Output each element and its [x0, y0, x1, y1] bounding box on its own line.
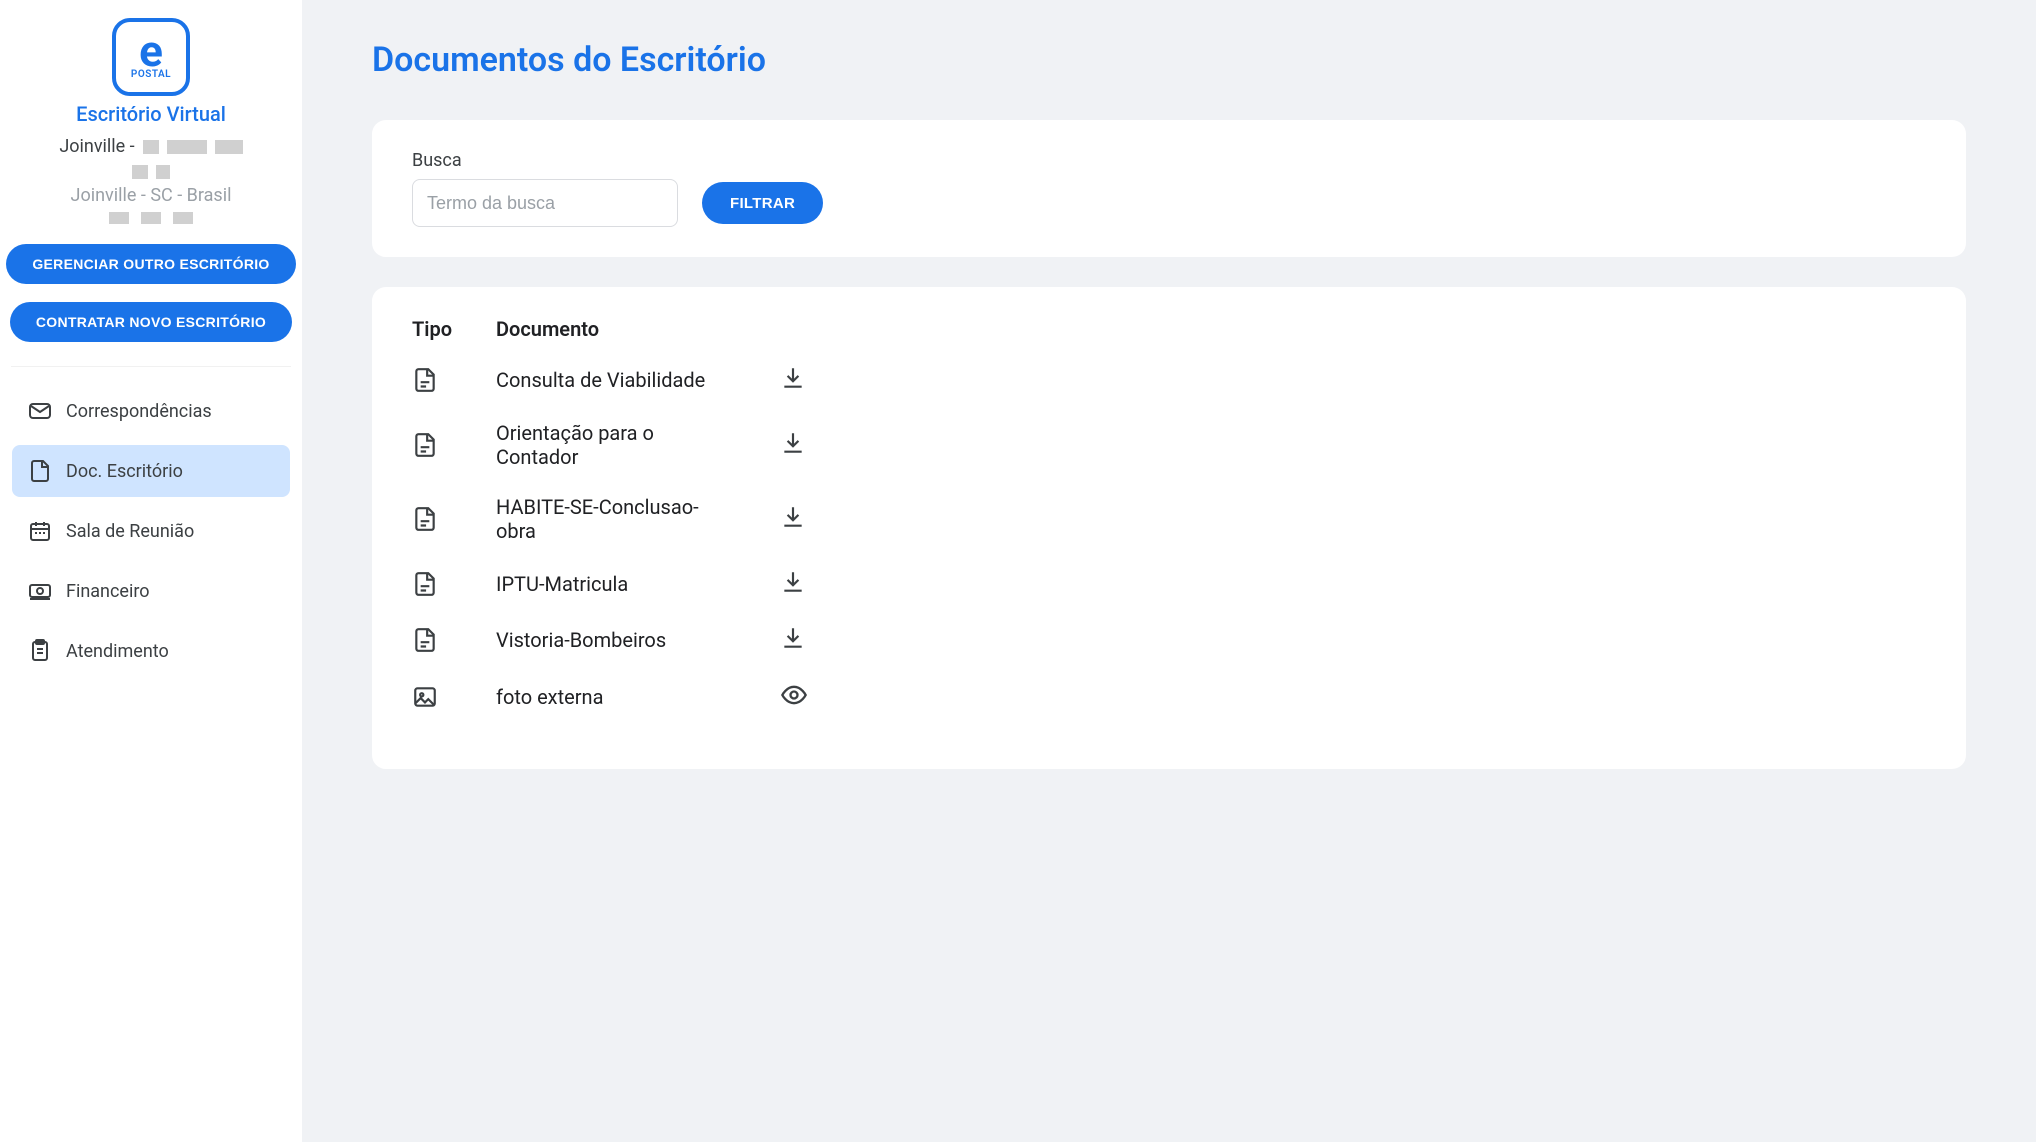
nav-label: Atendimento: [66, 641, 169, 662]
nav-label: Correspondências: [66, 401, 212, 422]
redacted-block: [167, 140, 207, 154]
sidebar: e POSTAL Escritório Virtual Joinville - …: [0, 0, 302, 1142]
manage-office-button[interactable]: GERENCIAR OUTRO ESCRITÓRIO: [6, 244, 295, 284]
mail-icon: [28, 399, 52, 423]
logo-subtext: POSTAL: [131, 69, 171, 80]
document-icon: [412, 571, 452, 597]
document-name: Consulta de Viabilidade: [496, 368, 736, 392]
app-title: Escritório Virtual: [76, 102, 226, 126]
download-icon[interactable]: [780, 504, 808, 534]
table-row: IPTU-Matricula: [412, 569, 1926, 599]
redacted-block: [141, 212, 161, 224]
search-label: Busca: [412, 150, 678, 171]
money-icon: [28, 579, 52, 603]
table-header: Tipo Documento: [412, 317, 1926, 341]
redacted-block: [143, 140, 159, 154]
th-tipo: Tipo: [412, 317, 452, 341]
nav-label: Doc. Escritório: [66, 461, 183, 482]
document-icon: [412, 627, 452, 653]
download-icon[interactable]: [780, 365, 808, 395]
search-card: Busca FILTRAR: [372, 120, 1966, 257]
document-icon: [412, 506, 452, 532]
nav-label: Financeiro: [66, 581, 150, 602]
document-icon: [28, 459, 52, 483]
table-row: foto externa: [412, 681, 1926, 713]
filter-button[interactable]: FILTRAR: [702, 182, 823, 224]
document-name: Orientação para o Contador: [496, 421, 736, 469]
document-name: HABITE-SE-Conclusao-obra: [496, 495, 736, 543]
download-icon[interactable]: [780, 430, 808, 460]
download-icon[interactable]: [780, 625, 808, 655]
document-icon: [412, 432, 452, 458]
redacted-block: [215, 140, 243, 154]
document-name: foto externa: [496, 685, 736, 709]
nav-label: Sala de Reunião: [66, 521, 194, 542]
logo-letter: e: [139, 34, 163, 69]
nav-item-sala-reuniao[interactable]: Sala de Reunião: [12, 505, 290, 557]
redacted-block: [109, 212, 129, 224]
redacted-block: [173, 212, 193, 224]
nav-item-doc-escritorio[interactable]: Doc. Escritório: [12, 445, 290, 497]
search-input[interactable]: [412, 179, 678, 227]
redacted-line-2: [132, 165, 170, 179]
nav-item-correspondencias[interactable]: Correspondências: [12, 385, 290, 437]
nav: Correspondências Doc. Escritório Sala de…: [0, 385, 302, 685]
nav-item-financeiro[interactable]: Financeiro: [12, 565, 290, 617]
documents-card: Tipo Documento Consulta de Viabilidade Or…: [372, 287, 1966, 769]
main: Documentos do Escritório Busca FILTRAR T…: [302, 0, 2036, 1142]
view-icon[interactable]: [780, 681, 808, 713]
th-documento: Documento: [496, 317, 599, 341]
download-icon[interactable]: [780, 569, 808, 599]
location-line-3: Joinville - SC - Brasil: [71, 185, 232, 206]
table-row: Consulta de Viabilidade: [412, 365, 1926, 395]
clipboard-icon: [28, 639, 52, 663]
divider: [11, 366, 291, 367]
location-line-1: Joinville -: [59, 136, 242, 157]
hire-office-button[interactable]: CONTRATAR NOVO ESCRITÓRIO: [10, 302, 292, 342]
document-name: Vistoria-Bombeiros: [496, 628, 736, 652]
document-icon: [412, 367, 452, 393]
redacted-block: [156, 165, 170, 179]
page-title: Documentos do Escritório: [372, 40, 1966, 80]
document-name: IPTU-Matricula: [496, 572, 736, 596]
calendar-icon: [28, 519, 52, 543]
image-icon: [412, 684, 452, 710]
table-row: Orientação para o Contador: [412, 421, 1926, 469]
nav-item-atendimento[interactable]: Atendimento: [12, 625, 290, 677]
table-row: Vistoria-Bombeiros: [412, 625, 1926, 655]
table-row: HABITE-SE-Conclusao-obra: [412, 495, 1926, 543]
logo: e POSTAL: [112, 18, 190, 96]
redacted-line-4: [109, 212, 193, 224]
redacted-block: [132, 165, 148, 179]
